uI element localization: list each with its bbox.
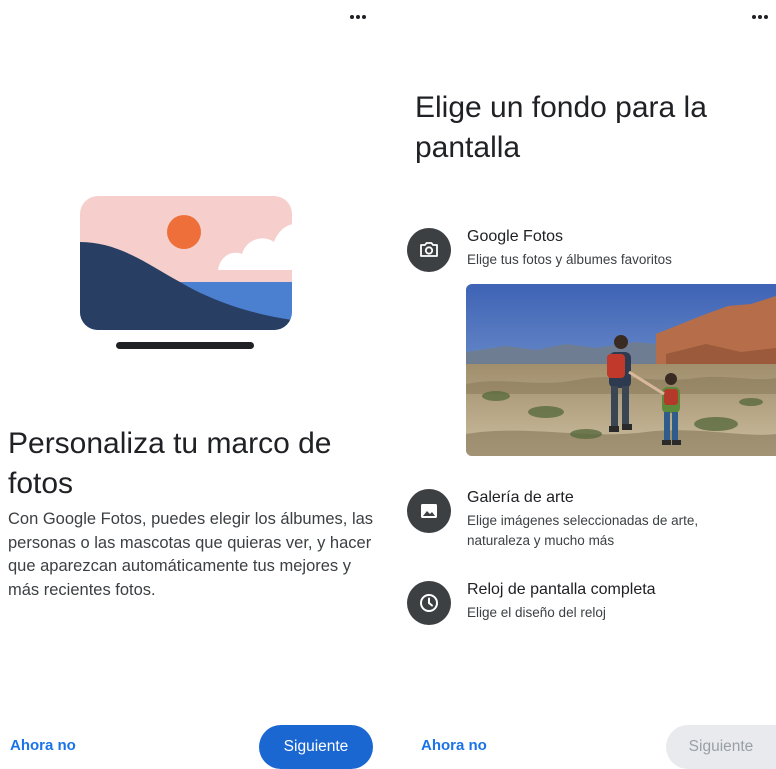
more-horiz-icon-dot [362,15,366,19]
option-title: Galería de arte [467,489,574,506]
page-description: Con Google Fotos, puedes elegir los álbu… [8,510,374,599]
option-subtitle: Elige tus fotos y álbumes favoritos [467,252,672,267]
next-button[interactable]: Siguiente [259,725,373,769]
more-options-button[interactable] [343,4,373,24]
clock-icon [407,581,451,625]
frame-stand [116,342,254,349]
option-subtitle: Elige imágenes seleccionadas de arte, na… [467,513,699,548]
more-horiz-icon-dot [758,15,762,19]
google-photos-preview-image[interactable] [466,284,776,456]
photo-frame-illustration [80,196,292,349]
more-horiz-icon [752,15,756,19]
image-icon [407,489,451,533]
next-button-disabled[interactable]: Siguiente [666,725,776,769]
more-options-button[interactable] [745,4,775,24]
page-title: Elige un fondo para la pantalla [415,91,707,164]
setup-screen-photo-frame: Personaliza tu marco de fotos Con Google… [0,0,388,769]
more-horiz-icon [350,15,354,19]
sun-icon [167,215,201,249]
page-title: Personaliza tu marco de fotos [8,427,332,500]
camera-icon [407,228,451,272]
more-horiz-icon-dot [764,15,768,19]
not-now-button[interactable]: Ahora no [419,733,489,758]
option-subtitle: Elige el diseño del reloj [467,605,606,620]
option-title: Reloj de pantalla completa [467,581,656,598]
option-google-photos[interactable]: Google Fotos Elige tus fotos y álbumes f… [407,228,776,278]
option-art-gallery[interactable]: Galería de arte Elige imágenes seleccion… [407,489,776,549]
more-horiz-icon-dot [356,15,360,19]
option-title: Google Fotos [467,228,564,245]
setup-screen-background: Elige un fondo para la pantalla Google F… [388,0,776,769]
not-now-button[interactable]: Ahora no [8,733,78,758]
option-full-screen-clock[interactable]: Reloj de pantalla completa Elige el dise… [407,581,776,631]
